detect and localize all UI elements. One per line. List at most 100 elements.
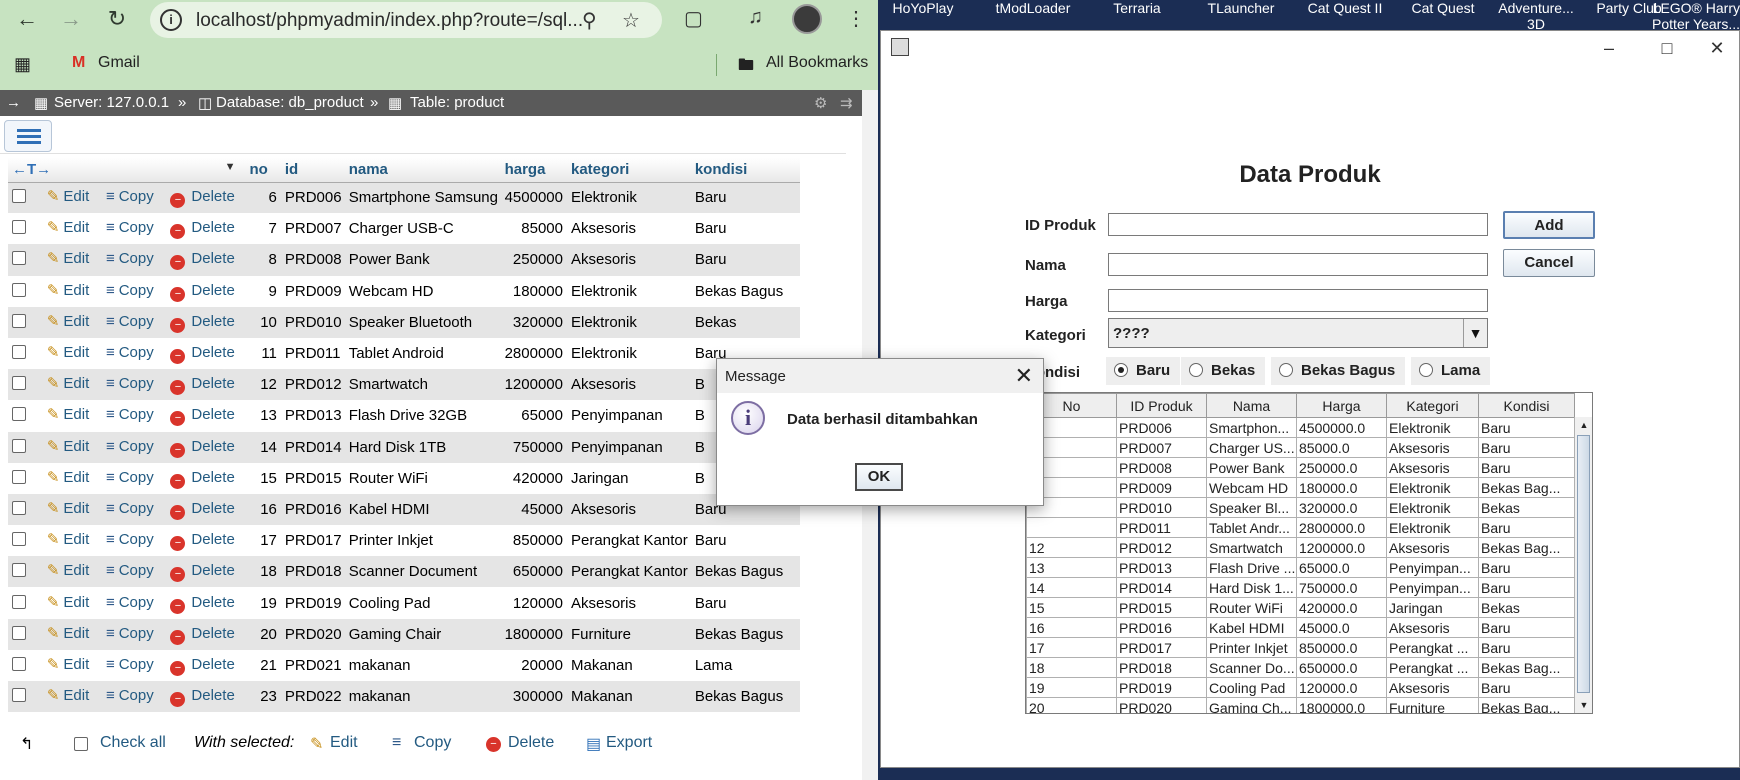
col-header-kondisi[interactable]: Kondisi [1478, 393, 1575, 418]
copy-link[interactable]: Copy [119, 625, 154, 642]
delete-link[interactable]: Delete [191, 469, 234, 486]
scroll-thumb[interactable] [1577, 435, 1590, 693]
delete-link[interactable]: Delete [191, 594, 234, 611]
copy-link[interactable]: Copy [119, 282, 154, 299]
col-header-nama[interactable]: nama [344, 158, 501, 183]
back-icon[interactable]: ← [12, 4, 42, 34]
delete-link[interactable]: Delete [191, 282, 234, 299]
bulk-export[interactable]: Export [606, 734, 652, 752]
copy-link[interactable]: Copy [119, 313, 154, 330]
copy-link[interactable]: Copy [119, 594, 154, 611]
table-row[interactable]: 14 PRD014 Hard Disk 1... 750000.0 Penyimpan.… [1026, 577, 1575, 598]
radio-bekas[interactable]: Bekas [1181, 357, 1266, 385]
bulk-delete[interactable]: Delete [508, 734, 554, 752]
row-checkbox[interactable] [12, 625, 26, 640]
copy-link[interactable]: Copy [119, 406, 154, 423]
id-produk-field[interactable] [1108, 213, 1488, 236]
delete-link[interactable]: Delete [191, 687, 234, 704]
site-info-icon[interactable]: i [160, 9, 182, 31]
table-row[interactable]: 17 PRD017 Printer Inkjet 850000.0 Perangkat … [1026, 637, 1575, 658]
profile-avatar[interactable] [792, 4, 822, 34]
radio-bekas-bagus[interactable]: Bekas Bagus [1271, 357, 1406, 385]
edit-link[interactable]: Edit [63, 687, 89, 704]
delete-link[interactable]: Delete [191, 219, 234, 236]
row-checkbox[interactable] [12, 656, 26, 671]
nama-field[interactable] [1108, 253, 1488, 276]
bookmark-gmail[interactable]: Gmail [98, 54, 140, 72]
row-checkbox[interactable] [12, 345, 26, 360]
copy-link[interactable]: Copy [119, 188, 154, 205]
copy-link[interactable]: Copy [119, 500, 154, 517]
copy-link[interactable]: Copy [119, 219, 154, 236]
table-row[interactable]: PRD006 Smartphon... 4500000.0 Elektronik Bar… [1026, 417, 1575, 438]
edit-link[interactable]: Edit [63, 469, 89, 486]
collapse-icon[interactable]: ⇉ [840, 94, 853, 112]
row-checkbox[interactable] [12, 251, 26, 266]
row-checkbox[interactable] [12, 282, 26, 297]
delete-link[interactable]: Delete [191, 250, 234, 267]
close-icon[interactable]: ✕ [1015, 363, 1033, 389]
url-text[interactable]: localhost/phpmyadmin/index.php?route=/sq… [196, 10, 583, 32]
edit-link[interactable]: Edit [63, 500, 89, 517]
delete-link[interactable]: Delete [191, 500, 234, 517]
delete-link[interactable]: Delete [191, 188, 234, 205]
edit-link[interactable]: Edit [63, 250, 89, 267]
edit-link[interactable]: Edit [63, 282, 89, 299]
radio-baru[interactable]: Baru [1106, 357, 1181, 385]
delete-link[interactable]: Delete [191, 625, 234, 642]
delete-link[interactable]: Delete [191, 313, 234, 330]
delete-link[interactable]: Delete [191, 406, 234, 423]
edit-link[interactable]: Edit [63, 313, 89, 330]
row-checkbox[interactable] [12, 438, 26, 453]
table-row[interactable]: 12 PRD012 Smartwatch 1200000.0 Aksesoris Beka… [1026, 537, 1575, 558]
row-checkbox[interactable] [12, 313, 26, 328]
table-row[interactable]: PRD010 Speaker Bl... 320000.0 Elektronik Bek… [1026, 497, 1575, 518]
table-row[interactable]: PRD007 Charger US... 85000.0 Aksesoris Baru [1026, 437, 1575, 458]
row-checkbox[interactable] [12, 469, 26, 484]
col-header-kategori[interactable]: Kategori [1386, 393, 1479, 418]
maximize-icon[interactable]: □ [1645, 35, 1689, 61]
edit-link[interactable]: Edit [63, 562, 89, 579]
cancel-button[interactable]: Cancel [1503, 249, 1595, 277]
table-scrollbar[interactable]: ▲ ▼ [1574, 417, 1592, 713]
col-header-id[interactable]: id [280, 158, 345, 183]
apps-grid-icon[interactable]: ▦ [14, 54, 31, 75]
table-row[interactable]: 13 PRD013 Flash Drive ... 65000.0 Penyimpan.… [1026, 557, 1575, 578]
row-checkbox[interactable] [12, 688, 26, 703]
edit-link[interactable]: Edit [63, 531, 89, 548]
col-header-harga[interactable]: harga [500, 158, 567, 183]
scroll-down-icon[interactable]: ▼ [1575, 697, 1592, 713]
col-header-kategori[interactable]: kategori [566, 158, 691, 183]
desktop-shortcut[interactable]: HoYoPlay [888, 0, 958, 16]
desktop-shortcut[interactable]: LEGO® Harry Potter Years... [1646, 0, 1740, 32]
add-button[interactable]: Add [1503, 211, 1595, 239]
col-header-kondisi[interactable]: kondisi [690, 158, 800, 183]
table-row[interactable]: 15 PRD015 Router WiFi 420000.0 Jaringan Bekas [1026, 597, 1575, 618]
hamburger-menu-icon[interactable] [4, 120, 52, 152]
copy-link[interactable]: Copy [119, 344, 154, 361]
harga-field[interactable] [1108, 289, 1488, 312]
settings-gear-icon[interactable]: ⚙ [814, 94, 827, 112]
delete-link[interactable]: Delete [191, 375, 234, 392]
edit-link[interactable]: Edit [63, 594, 89, 611]
row-checkbox[interactable] [12, 500, 26, 515]
delete-link[interactable]: Delete [191, 656, 234, 673]
minimize-icon[interactable]: – [1587, 35, 1631, 61]
breadcrumb-table[interactable]: Table: product [410, 94, 504, 111]
delete-link[interactable]: Delete [191, 344, 234, 361]
table-row[interactable]: 19 PRD019 Cooling Pad 120000.0 Aksesoris Baru [1026, 677, 1575, 698]
desktop-shortcut[interactable]: Cat Quest [1398, 0, 1488, 16]
bookmark-star-icon[interactable]: ☆ [622, 8, 640, 33]
edit-link[interactable]: Edit [63, 188, 89, 205]
edit-link[interactable]: Edit [63, 219, 89, 236]
close-icon[interactable]: ✕ [1695, 35, 1739, 61]
scroll-up-icon[interactable]: ▲ [1575, 417, 1592, 433]
copy-link[interactable]: Copy [119, 438, 154, 455]
edit-link[interactable]: Edit [63, 656, 89, 673]
media-icon[interactable]: ♫ [748, 6, 763, 29]
forward-icon[interactable]: → [56, 4, 86, 34]
edit-link[interactable]: Edit [63, 375, 89, 392]
check-all-label[interactable]: Check all [100, 734, 166, 752]
table-row[interactable]: PRD009 Webcam HD 180000.0 Elektronik Bekas B… [1026, 477, 1575, 498]
radio-lama[interactable]: Lama [1411, 357, 1491, 385]
